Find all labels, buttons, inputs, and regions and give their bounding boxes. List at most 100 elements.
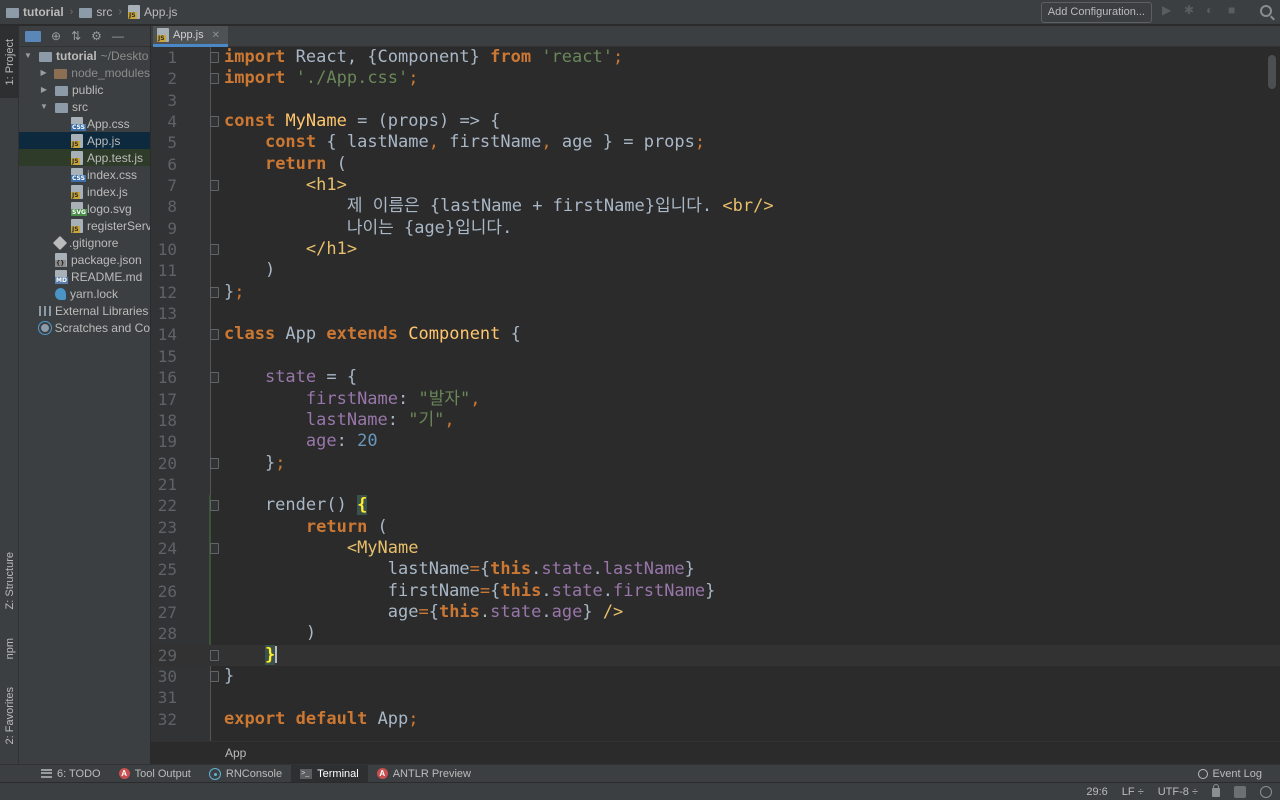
line-separator[interactable]: LF ÷ [1122,786,1144,798]
code-line[interactable]: 5 const { lastName, firstName, age } = p… [151,132,1280,153]
code-line[interactable]: 20 }; [151,453,1280,474]
collapse-icon[interactable]: ⇅ [71,29,81,43]
code-line[interactable]: 4 const MyName = (props) => { [151,111,1280,132]
tree-item[interactable]: .gitignore [19,234,150,251]
fold-marker-icon[interactable] [210,457,219,469]
code-line[interactable]: 11 ) [151,260,1280,281]
lock-icon[interactable] [1212,784,1220,797]
tab-npm[interactable]: npm [0,626,19,671]
debug-icon[interactable]: ✱ [1184,4,1196,16]
tree-item[interactable]: ▼ tutorial ~/Deskto [19,47,150,64]
code-editor[interactable]: 1 import React, {Component} from 'react';… [151,47,1280,741]
tree-item[interactable]: index.css [19,166,150,183]
chevron-down-icon[interactable]: ▼ [39,102,49,111]
code-area[interactable]: 1 import React, {Component} from 'react';… [151,47,1280,730]
scrollbar[interactable] [1268,55,1276,89]
tool-window-tool-output[interactable]: A Tool Output [110,765,200,783]
code-line[interactable]: 6 return ( [151,154,1280,175]
stop-icon[interactable]: ■ [1228,4,1240,16]
tab-project[interactable]: 1: Project [0,26,19,98]
nav-crumb-project[interactable]: tutorial [6,0,64,25]
fold-marker-icon[interactable] [210,116,219,128]
chevron-right-icon[interactable]: ▶ [39,68,48,77]
tab-app-js[interactable]: App.js ✕ [153,26,228,47]
add-configuration-button[interactable]: Add Configuration... [1040,2,1152,23]
tree-item[interactable]: ▶ public [19,81,150,98]
code-line[interactable]: 3 [151,90,1280,111]
tool-window-terminal[interactable]: >_ Terminal [291,764,368,783]
code-line[interactable]: 28 ) [151,623,1280,644]
code-line[interactable]: 30} [151,666,1280,687]
code-line[interactable]: 32 export default App; [151,709,1280,730]
fold-marker-icon[interactable] [210,73,219,85]
fold-marker-icon[interactable] [210,52,219,63]
code-line[interactable]: 1 import React, {Component} from 'react'; [151,47,1280,68]
caret-position[interactable]: 29:6 [1086,786,1107,798]
fold-marker-icon[interactable] [210,670,219,682]
code-line[interactable]: 16 state = { [151,367,1280,388]
tree-item[interactable]: README.md [19,268,150,285]
fold-marker-icon[interactable] [210,372,219,384]
fold-marker-icon[interactable] [210,542,219,554]
code-line[interactable]: 18 lastName: "기", [151,410,1280,431]
code-line[interactable]: 15 [151,346,1280,367]
fold-marker-icon[interactable] [210,244,219,256]
tree-item[interactable]: ▶ node_modules [19,64,150,81]
code-line[interactable]: 10 </h1> [151,239,1280,260]
vcs-icon[interactable] [1234,785,1246,798]
code-line[interactable]: 8 제 이름은 {lastName + firstName}입니다. <br/> [151,196,1280,217]
code-line[interactable]: 7 <h1> [151,175,1280,196]
code-line[interactable]: 26 firstName={this.state.firstName} [151,581,1280,602]
gear-icon[interactable]: ⚙ [91,29,102,43]
code-line[interactable]: 17 firstName: "발자", [151,389,1280,410]
nav-crumb-file[interactable]: App.js [128,0,177,25]
tree-item[interactable]: registerServ [19,217,150,234]
code-line[interactable]: 12}; [151,282,1280,303]
chevron-down-icon[interactable]: ▼ [23,51,33,60]
code-line[interactable]: 23 return ( [151,517,1280,538]
code-line[interactable]: 22 render() { [151,495,1280,516]
tool-window-antlr[interactable]: A ANTLR Preview [368,765,480,783]
tree-item[interactable]: logo.svg [19,200,150,217]
chevron-right-icon[interactable]: ▶ [39,85,49,94]
code-line[interactable]: 25 lastName={this.state.lastName} [151,559,1280,580]
coverage-icon[interactable]: ◐ [1206,4,1218,16]
code-line[interactable]: 29 } [151,644,1280,666]
tree-item[interactable]: App.test.js [19,149,150,166]
tree-item[interactable]: App.js [19,132,150,149]
event-log-button[interactable]: Event Log [1198,768,1262,780]
tool-window-todo[interactable]: 6: TODO [32,765,110,783]
fold-marker-icon[interactable] [210,180,219,192]
fold-marker-icon[interactable] [210,649,219,661]
tree-item[interactable]: package.json [19,251,150,268]
run-icon[interactable]: ▶ [1162,4,1174,16]
code-line[interactable]: 31 [151,687,1280,708]
code-breadcrumb[interactable]: App [151,741,1280,764]
tab-structure[interactable]: Z: Structure [0,536,19,626]
tree-item[interactable]: Scratches and Co [19,319,150,336]
tree-item[interactable]: App.css [19,115,150,132]
locate-icon[interactable]: ⊕ [51,29,61,43]
tool-window-react[interactable]: RNConsole [200,765,291,783]
project-view-icon[interactable] [25,30,41,42]
file-encoding[interactable]: UTF-8 ÷ [1158,786,1198,798]
search-icon[interactable] [1260,5,1272,17]
inspector-icon[interactable] [1260,785,1272,798]
code-line[interactable]: 27 age={this.state.age} /> [151,602,1280,623]
code-line[interactable]: 13 [151,303,1280,324]
close-icon[interactable]: ✕ [212,30,220,41]
fold-marker-icon[interactable] [210,329,219,341]
code-line[interactable]: 21 [151,474,1280,495]
tree-item[interactable]: yarn.lock [19,285,150,302]
hide-icon[interactable]: — [112,29,124,43]
code-line[interactable]: 14 class App extends Component { [151,324,1280,345]
tree-item[interactable]: index.js [19,183,150,200]
fold-marker-icon[interactable] [210,286,219,298]
tree-item[interactable]: ▼ src [19,98,150,115]
fold-marker-icon[interactable] [210,500,219,512]
code-line[interactable]: 24 <MyName [151,538,1280,559]
tree-item[interactable]: External Libraries [19,302,150,319]
code-line[interactable]: 9 나이는 {age}입니다. [151,218,1280,239]
code-line[interactable]: 2 import './App.css'; [151,68,1280,89]
code-line[interactable]: 19 age: 20 [151,431,1280,452]
